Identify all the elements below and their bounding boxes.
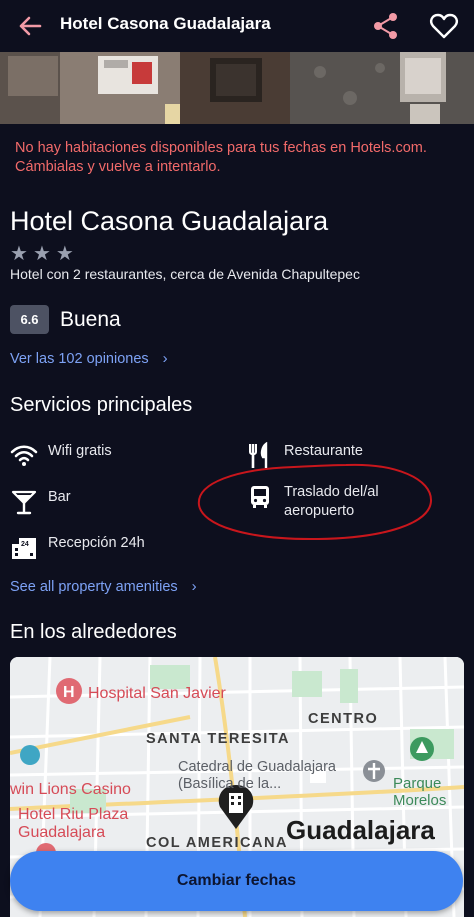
reception-24h-icon: 24 <box>12 538 36 559</box>
amenity-label: Recepción 24h <box>48 535 145 551</box>
amenity-label: Wifi gratis <box>48 443 112 459</box>
amenity-24h-reception: 24 Recepción 24h <box>10 534 145 562</box>
chevron-right-icon: › <box>191 578 197 595</box>
cocktail-icon <box>11 490 37 515</box>
header-title: Hotel Casona Guadalajara <box>60 14 271 33</box>
reviews-link[interactable]: Ver las 102 opiniones › <box>10 350 168 367</box>
amenities-section-title: Servicios principales <box>10 394 193 416</box>
see-all-amenities-label: See all property amenities <box>10 579 178 595</box>
amenity-bar: Bar <box>10 488 71 516</box>
share-icon[interactable] <box>370 10 402 42</box>
map-label-catedral: Catedral de Guadalajara (Basílica de la.… <box>178 759 336 792</box>
nearby-section-title: En los alrededores <box>10 621 177 643</box>
amenity-wifi: Wifi gratis <box>10 442 112 470</box>
rating-score-badge: 6.6 <box>10 305 49 334</box>
wifi-icon <box>10 445 38 466</box>
map-label-santa-teresita: SANTA TERESITA <box>146 731 290 747</box>
rating-label: Buena <box>60 308 121 331</box>
arrow-left-icon[interactable] <box>14 10 46 42</box>
map-label-parque-morelos: Parque Morelos <box>393 775 447 809</box>
reviews-link-label: Ver las 102 opiniones <box>10 351 149 367</box>
top-app-bar: Hotel Casona Guadalajara <box>0 0 474 52</box>
availability-alert: No hay habitaciones disponibles para tus… <box>15 140 427 175</box>
map-label-col-americana: COL AMERICANA <box>146 835 288 851</box>
svg-text:24: 24 <box>21 541 29 548</box>
red-annotation-circle <box>197 463 433 541</box>
map-label-hotel-riu: Hotel Riu Plaza Guadalajara <box>18 806 129 841</box>
change-dates-button[interactable]: Cambiar fechas <box>10 851 463 911</box>
amenity-label: Restaurante <box>284 443 363 459</box>
heart-outline-icon[interactable] <box>428 10 460 42</box>
hotel-photo[interactable] <box>0 52 474 124</box>
star-icon: ★ <box>55 243 74 265</box>
svg-text:H: H <box>63 684 75 701</box>
map-label-centro: CENTRO <box>308 711 379 727</box>
map-label-hospital: Hospital San Javier <box>88 685 226 702</box>
see-all-amenities-link[interactable]: See all property amenities › <box>10 578 197 595</box>
hotel-name: Hotel Casona Guadalajara <box>10 206 329 236</box>
map-label-casino: win Lions Casino <box>10 781 131 798</box>
star-icon: ★ <box>32 243 51 265</box>
star-icon: ★ <box>10 243 28 265</box>
star-rating: ★ ★ ★ <box>10 244 74 264</box>
amenity-label: Bar <box>48 489 71 505</box>
hotel-description: Hotel con 2 restaurantes, cerca de Aveni… <box>10 266 360 282</box>
map-label-city: Guadalajara <box>286 815 435 845</box>
chevron-right-icon: › <box>162 350 168 367</box>
